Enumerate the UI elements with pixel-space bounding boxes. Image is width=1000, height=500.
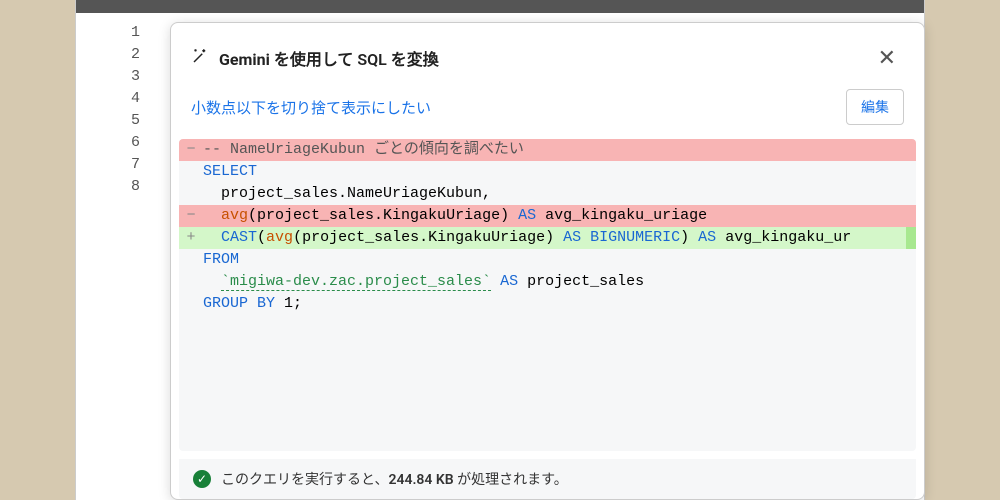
editor-toolbar <box>76 0 924 13</box>
modal-title: Gemini を使用して SQL を変換 <box>219 46 439 70</box>
diff-line: `migiwa-dev.zac.project_sales` AS projec… <box>179 271 916 293</box>
keyword-select: SELECT <box>203 163 257 180</box>
line-number: 1 <box>100 22 140 44</box>
diff-marker <box>179 161 203 183</box>
code-text: avg(project_sales.KingakuUriage) AS avg_… <box>203 205 916 227</box>
line-number: 3 <box>100 66 140 88</box>
modal-title-suffix: を使用して SQL を変換 <box>270 50 439 69</box>
code-text: project_sales.NameUriageKubun, <box>203 183 916 205</box>
function-avg: avg <box>266 229 293 246</box>
diff-line: project_sales.NameUriageKubun, <box>179 183 916 205</box>
diff-marker <box>179 293 203 315</box>
diff-line-deleted: − avg(project_sales.KingakuUriage) AS av… <box>179 205 916 227</box>
gemini-sql-modal: Gemini を使用して SQL を変換 ✕ 小数点以下を切り捨て表示にしたい … <box>170 22 925 500</box>
close-button[interactable]: ✕ <box>870 41 904 75</box>
line-number: 8 <box>100 176 140 198</box>
diff-marker <box>179 249 203 271</box>
diff-line-added: + CAST(avg(project_sales.KingakuUriage) … <box>179 227 916 249</box>
keyword-as: AS <box>563 229 581 246</box>
status-text: このクエリを実行すると、244.84 KB が処理されます。 <box>221 469 568 489</box>
keyword-as: AS <box>518 207 536 224</box>
diff-marker-minus: − <box>179 205 203 227</box>
modal-title-prefix: Gemini <box>219 50 270 69</box>
function-avg: avg <box>221 207 248 224</box>
add-indicator <box>906 227 916 249</box>
table-ref: `migiwa-dev.zac.project_sales` <box>221 273 491 291</box>
line-number: 2 <box>100 44 140 66</box>
diff-line: FROM <box>179 249 916 271</box>
line-number: 4 <box>100 88 140 110</box>
diff-marker <box>179 183 203 205</box>
code-text: FROM <box>203 249 916 271</box>
diff-line: SELECT <box>179 161 916 183</box>
sql-diff-area[interactable]: − -- NameUriageKubun ごとの傾向を調べたい SELECT p… <box>179 139 916 451</box>
code-text: CAST(avg(project_sales.KingakuUriage) AS… <box>203 227 906 249</box>
code-text: SELECT <box>203 161 916 183</box>
diff-line: GROUP BY 1; <box>179 293 916 315</box>
code-comment: -- NameUriageKubun ごとの傾向を調べたい <box>203 139 916 161</box>
diff-marker-plus: + <box>179 227 203 249</box>
line-number: 7 <box>100 154 140 176</box>
wand-icon <box>191 47 209 69</box>
keyword-from: FROM <box>203 251 239 268</box>
code-text: `migiwa-dev.zac.project_sales` AS projec… <box>203 271 916 293</box>
prompt-text: 小数点以下を切り捨て表示にしたい <box>191 97 431 118</box>
line-number-gutter: 1 2 3 4 5 6 7 8 <box>100 22 140 198</box>
modal-subheader: 小数点以下を切り捨て表示にしたい 編集 <box>171 85 924 139</box>
diff-line-deleted: − -- NameUriageKubun ごとの傾向を調べたい <box>179 139 916 161</box>
edit-button[interactable]: 編集 <box>846 89 904 125</box>
diff-marker <box>179 271 203 293</box>
line-number: 6 <box>100 132 140 154</box>
keyword-as: AS <box>698 229 716 246</box>
close-icon: ✕ <box>878 45 896 70</box>
diff-marker-minus: − <box>179 139 203 161</box>
keyword-groupby: GROUP BY <box>203 295 275 312</box>
code-text: GROUP BY 1; <box>203 293 916 315</box>
validation-status-bar: ✓ このクエリを実行すると、244.84 KB が処理されます。 <box>179 459 916 499</box>
check-icon: ✓ <box>193 470 211 488</box>
line-number: 5 <box>100 110 140 132</box>
status-size: 244.84 KB <box>388 472 453 488</box>
keyword-cast: CAST <box>221 229 257 246</box>
modal-header: Gemini を使用して SQL を変換 ✕ <box>171 23 924 85</box>
